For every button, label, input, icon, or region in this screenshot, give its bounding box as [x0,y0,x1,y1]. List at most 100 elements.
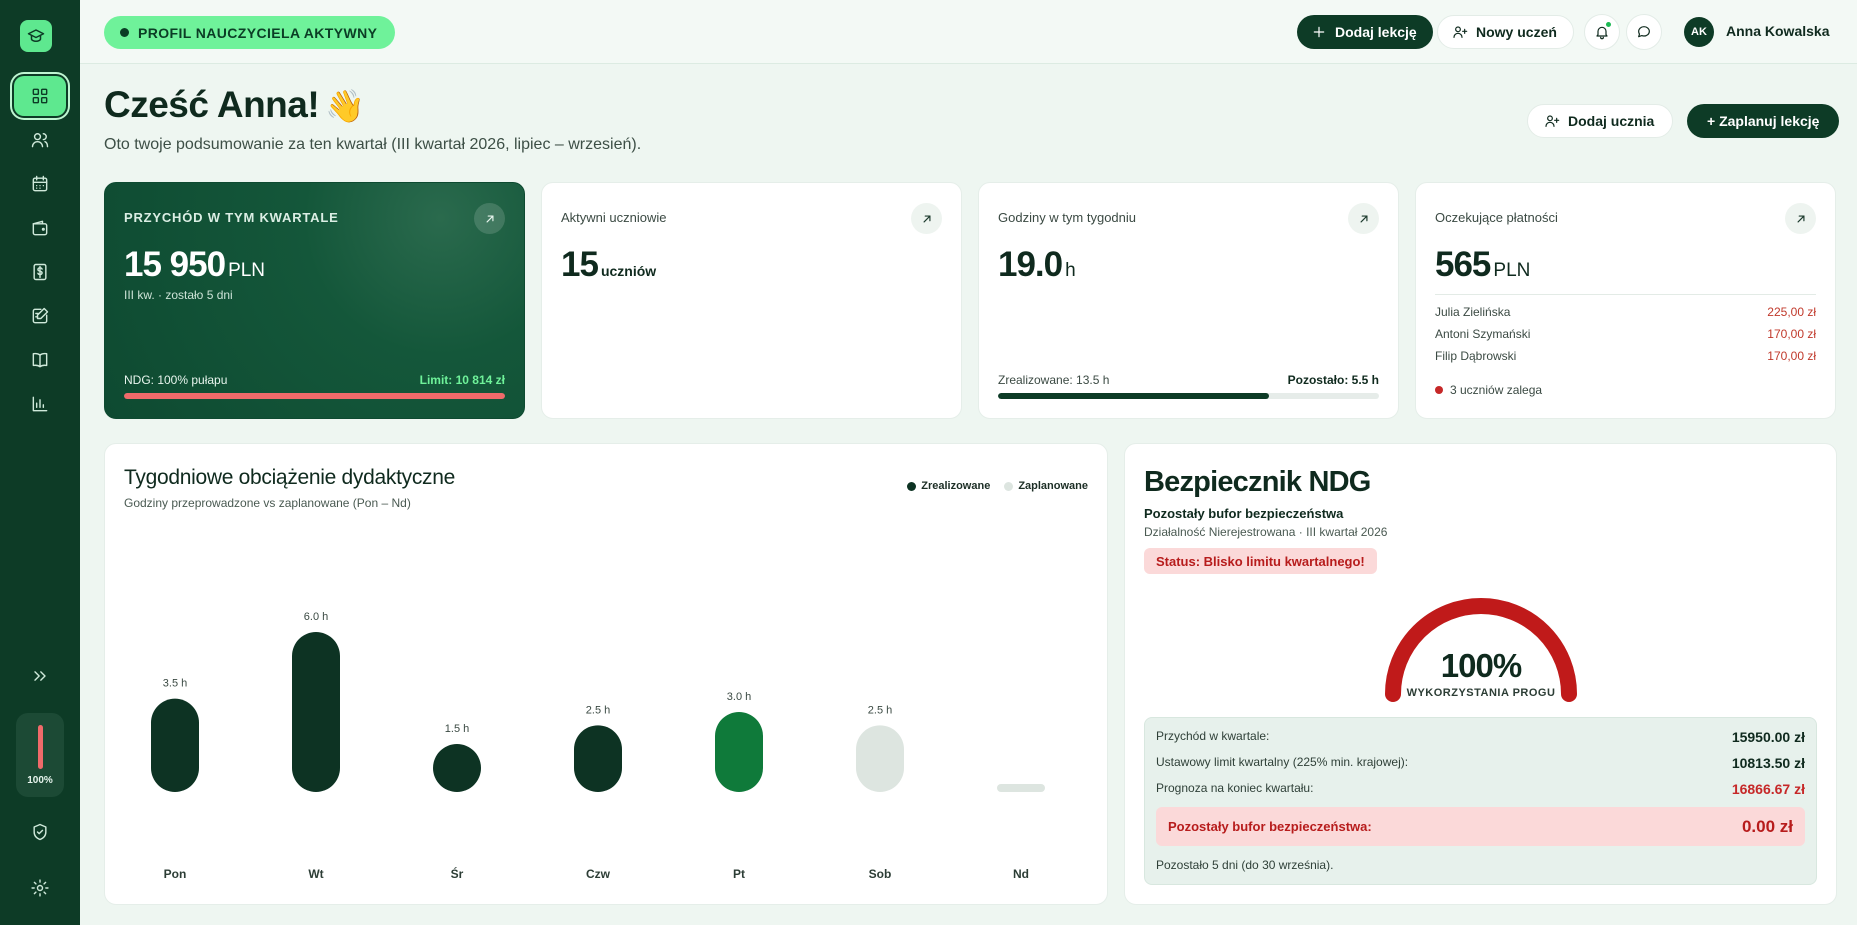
arrow-up-right-icon [923,215,930,222]
detail-value: 16866.67 zł [1731,781,1805,797]
payments-amount: 565 [1435,245,1491,284]
ndg-progress-bar [124,393,505,399]
chart-bar[interactable] [856,725,904,792]
bar-group-2[interactable]: 1.5 h Śr [433,723,481,881]
notification-dot [1605,21,1612,28]
sidebar-item-payments[interactable] [14,252,66,292]
hours-amount: 19.0 [998,245,1063,284]
new-student-button[interactable]: Nowy uczeń [1437,15,1574,49]
status-dot-icon [120,28,129,37]
bar-group-6[interactable]: Nd [997,784,1045,881]
sidebar-item-notes[interactable] [14,296,66,336]
bar-group-4[interactable]: 3.0 h Pt [715,691,763,881]
bar-group-0[interactable]: 3.5 h Pon [151,678,199,881]
user-plus-icon [1545,115,1560,127]
mini-gauge-bar [38,725,43,769]
pending-payments-card[interactable]: Oczekujące płatności 565 PLN Julia Zieliń… [1415,182,1836,419]
sidebar-item-students[interactable] [14,120,66,160]
chart-bar[interactable] [292,632,340,792]
buffer-value: 0.00 zł [1741,816,1793,836]
hours-remaining-label: Pozostało: 5.5 h [1287,373,1379,387]
revenue-open-button[interactable] [474,203,505,234]
chart-bar[interactable] [574,725,622,792]
safety-details: Przychód w kwartale: 15950.00 zł Ustawowy… [1144,717,1817,885]
sidebar-item-calendar[interactable] [14,164,66,204]
bar-group-1[interactable]: 6.0 h Wt [292,611,340,881]
payment-row[interactable]: Julia Zielińska 225,00 zł [1435,305,1816,319]
graduation-cap-logo-icon[interactable] [20,20,52,52]
calendar-icon [32,175,48,192]
active-students-card[interactable]: Aktywni uczniowie 15 uczniów [541,182,962,419]
add-student-label: Dodaj ucznia [1568,113,1655,129]
payments-open-button[interactable] [1785,203,1816,234]
x-tick-label: Pt [733,867,745,881]
x-tick-label: Nd [1013,867,1029,881]
ndg-mini-gauge[interactable]: 100% [16,713,64,797]
detail-label: Ustawowy limit kwartalny (225% min. kraj… [1156,755,1409,769]
bar-value-label: 3.0 h [727,691,751,703]
ndg-limit-label: Limit: 10 814 zł [419,373,505,387]
status-badge: Status: Blisko limitu kwartalnego! [1144,548,1377,574]
chat-bubble-icon [1638,26,1650,38]
notifications-button[interactable] [1584,14,1620,50]
weekly-hours-card[interactable]: Godziny w tym tygodniu 19.0 h Zrealizowan… [978,182,1399,419]
sidebar-item-security[interactable] [14,812,66,852]
payments-value: 565 PLN [1435,245,1530,285]
students-unit: uczniów [600,263,657,279]
detail-value: 15950.00 zł [1731,729,1805,745]
topbar: PROFIL NAUCZYCIELA AKTYWNY Dodaj lekcję … [80,0,1857,64]
add-lesson-button[interactable]: Dodaj lekcję [1297,15,1433,49]
sidebar-item-settings[interactable] [14,868,66,908]
bar-value-label: 2.5 h [868,704,892,716]
hours-open-button[interactable] [1348,203,1379,234]
payment-amount: 225,00 zł [1767,305,1816,319]
overdue-note-text: 3 uczniów zalega [1450,383,1543,397]
x-tick-label: Sob [869,867,892,881]
hours-progress-bar [998,393,1379,399]
schedule-lesson-button[interactable]: + Zaplanuj lekcję [1687,104,1840,138]
safety-subtitle: Pozostały bufor bezpieczeństwa [1144,506,1344,521]
sidebar-item-materials[interactable] [14,340,66,380]
weekly-load-chart-card: Tygodniowe obciążenie dydaktyczne Godzin… [104,443,1108,905]
revenue-card[interactable]: PRZYCHÓD W TYM KWARTALE 15 950 PLN III kw… [104,182,525,419]
gauge-label: WYKORZYSTANIA PROGU [1406,687,1556,699]
divider [1435,294,1816,295]
ndg-safety-card: Bezpiecznik NDG Pozostały bufor bezpiecz… [1124,443,1837,905]
profile-status-badge: PROFIL NAUCZYCIELA AKTYWNY [104,16,396,49]
arrow-up-right-icon [1797,215,1804,222]
buffer-row: Pozostały bufor bezpieczeństwa: 0.00 zł [1156,807,1805,846]
payment-row[interactable]: Antoni Szymański 170,00 zł [1435,327,1816,341]
revenue-amount: 15 950 [124,245,226,284]
safety-context: Działalność Nierejestrowana · III kwarta… [1144,525,1388,539]
users-icon [31,133,49,148]
chart-bar[interactable] [151,698,199,792]
detail-label: Prognoza na koniec kwartału: [1156,781,1314,795]
sidebar-item-reports[interactable] [14,384,66,424]
payments-unit: PLN [1493,260,1531,281]
book-icon [32,352,48,368]
expand-sidebar-button[interactable] [14,656,66,696]
bar-group-3[interactable]: 2.5 h Czw [574,704,622,881]
user-name[interactable]: Anna Kowalska [1726,23,1829,39]
chevrons-right-icon [34,671,46,681]
chart-bar[interactable] [715,712,763,792]
bar-value-label: 6.0 h [304,611,328,623]
user-plus-icon [1453,26,1468,38]
hours-done-label: Zrealizowane: 13.5 h [998,373,1110,387]
payment-name: Antoni Szymański [1435,327,1531,341]
payments-title: Oczekujące płatności [1435,210,1558,225]
sidebar-item-wallet[interactable] [14,208,66,248]
add-student-button[interactable]: Dodaj ucznia [1527,104,1674,138]
students-open-button[interactable] [911,203,942,234]
messages-button[interactable] [1626,14,1662,50]
chart-bar[interactable] [433,744,481,792]
bar-group-5[interactable]: 2.5 h Sob [856,704,904,881]
sidebar-item-dashboard[interactable] [14,76,66,116]
detail-row-revenue: Przychód w kwartale: 15950.00 zł [1156,729,1805,745]
page-subtitle: Oto twoje podsumowanie za ten kwartał (I… [104,136,642,153]
hours-unit: h [1065,260,1076,281]
ndg-usage-label: NDG: 100% pułapu [124,373,228,387]
payment-row[interactable]: Filip Dąbrowski 170,00 zł [1435,349,1816,363]
chart-bar[interactable] [997,784,1045,792]
avatar[interactable]: AK [1684,17,1714,47]
